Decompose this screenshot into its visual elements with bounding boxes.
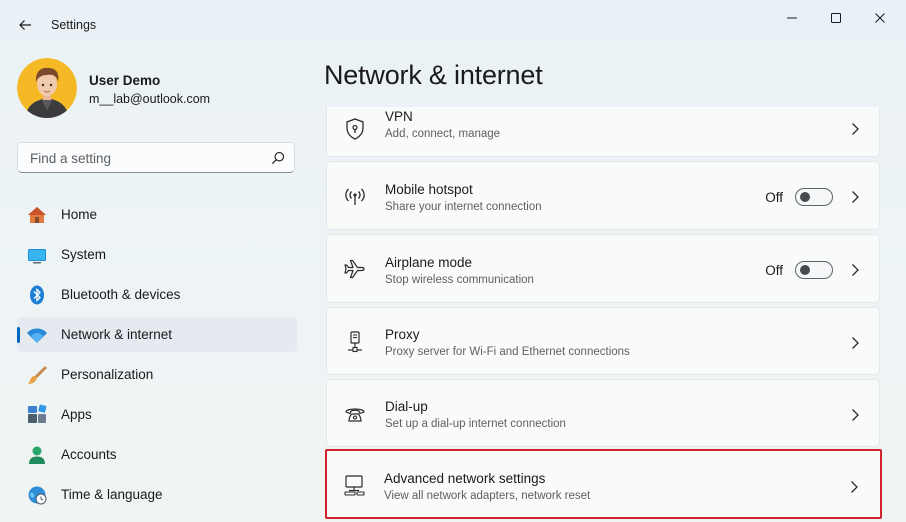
wifi-icon (27, 328, 47, 343)
minimize-icon (787, 17, 797, 19)
card-title: Proxy (385, 327, 420, 342)
network-computer-icon (344, 475, 365, 496)
chevron-right-icon (852, 123, 859, 135)
card-description: Proxy server for Wi-Fi and Ethernet conn… (385, 346, 630, 358)
proxy-card[interactable]: Proxy Proxy server for Wi-Fi and Etherne… (326, 307, 880, 375)
settings-window: Settings User Demo m__lab@outlook.com Fi… (0, 0, 906, 522)
toggle-knob (800, 265, 810, 275)
sidebar-item-apps[interactable]: Apps (17, 397, 297, 432)
chevron-right-icon (852, 264, 859, 276)
card-title: VPN (385, 109, 413, 124)
minimize-button[interactable] (770, 4, 814, 32)
vpn-card[interactable]: VPN Add, connect, manage (326, 107, 880, 157)
card-description: Stop wireless communication (385, 274, 534, 286)
proxy-icon (348, 331, 362, 353)
airplane-mode-toggle-wrap: Off (765, 260, 833, 280)
toggle-knob (800, 192, 810, 202)
sidebar-item-label: Accounts (61, 447, 117, 462)
sidebar-item-label: Personalization (61, 367, 154, 382)
shield-icon (346, 118, 364, 140)
avatar-image (17, 58, 77, 118)
brush-icon (28, 366, 47, 384)
sidebar-item-system[interactable]: System (17, 237, 297, 272)
sidebar-item-personalization[interactable]: Personalization (17, 357, 297, 392)
close-button[interactable] (858, 4, 902, 32)
card-title: Dial-up (385, 399, 428, 414)
back-button[interactable] (12, 12, 38, 38)
back-arrow-icon (19, 20, 31, 30)
sidebar-item-network[interactable]: Network & internet (17, 317, 297, 352)
chevron-right-icon (852, 409, 859, 421)
sidebar-item-bluetooth[interactable]: Bluetooth & devices (17, 277, 297, 312)
search-box[interactable] (17, 142, 295, 174)
account-icon (29, 446, 45, 464)
toggle-state-label: Off (765, 189, 783, 205)
mobile-hotspot-toggle-wrap: Off (765, 187, 833, 207)
sidebar-item-label: Network & internet (61, 327, 173, 342)
home-icon (28, 207, 46, 223)
maximize-button[interactable] (814, 4, 858, 32)
user-email: m__lab@outlook.com (89, 92, 211, 106)
settings-list[interactable]: VPN Add, connect, manage Mobile hotspot … (324, 107, 884, 522)
chevron-right-icon (851, 481, 858, 493)
advanced-network-settings-card[interactable]: Advanced network settings View all netwo… (325, 449, 882, 519)
sidebar-item-home[interactable]: Home (17, 197, 297, 232)
sidebar-item-label: Bluetooth & devices (61, 287, 181, 302)
globe-clock-icon (28, 486, 47, 505)
sidebar-item-label: Home (61, 207, 98, 222)
card-title: Mobile hotspot (385, 182, 473, 197)
chevron-right-icon (852, 337, 859, 349)
sidebar-item-label: Apps (61, 407, 92, 422)
airplane-icon (344, 259, 365, 279)
mobile-hotspot-toggle[interactable] (795, 188, 833, 206)
card-title: Airplane mode (385, 255, 473, 270)
card-description: Share your internet connection (385, 201, 542, 213)
card-description: View all network adapters, network reset (384, 490, 591, 502)
card-description: Add, connect, manage (385, 128, 501, 140)
mobile-hotspot-card[interactable]: Mobile hotspot Share your internet conne… (326, 161, 880, 230)
apps-icon (28, 404, 47, 423)
sidebar-item-time-language[interactable]: Time & language (17, 477, 297, 512)
search-icon[interactable] (271, 151, 285, 165)
hotspot-icon (345, 188, 365, 205)
card-description: Set up a dial-up internet connection (385, 418, 566, 430)
bluetooth-icon (30, 285, 44, 305)
monitor-icon (28, 249, 46, 264)
toggle-state-label: Off (765, 262, 783, 278)
maximize-icon (831, 13, 841, 23)
card-title: Advanced network settings (384, 471, 546, 486)
airplane-mode-toggle[interactable] (795, 261, 833, 279)
sidebar-item-label: System (61, 247, 107, 262)
chevron-right-icon (852, 191, 859, 203)
sidebar-item-accounts[interactable]: Accounts (17, 437, 297, 472)
airplane-mode-card[interactable]: Airplane mode Stop wireless communicatio… (326, 234, 880, 303)
avatar[interactable] (17, 58, 77, 118)
dialup-icon (345, 408, 365, 422)
user-name: User Demo (89, 73, 161, 88)
dialup-card[interactable]: Dial-up Set up a dial-up internet connec… (326, 379, 880, 447)
app-title: Settings (51, 18, 97, 32)
sidebar-item-label: Time & language (61, 487, 163, 502)
search-input[interactable] (28, 143, 262, 174)
page-title: Network & internet (324, 60, 543, 90)
close-icon (875, 13, 885, 23)
